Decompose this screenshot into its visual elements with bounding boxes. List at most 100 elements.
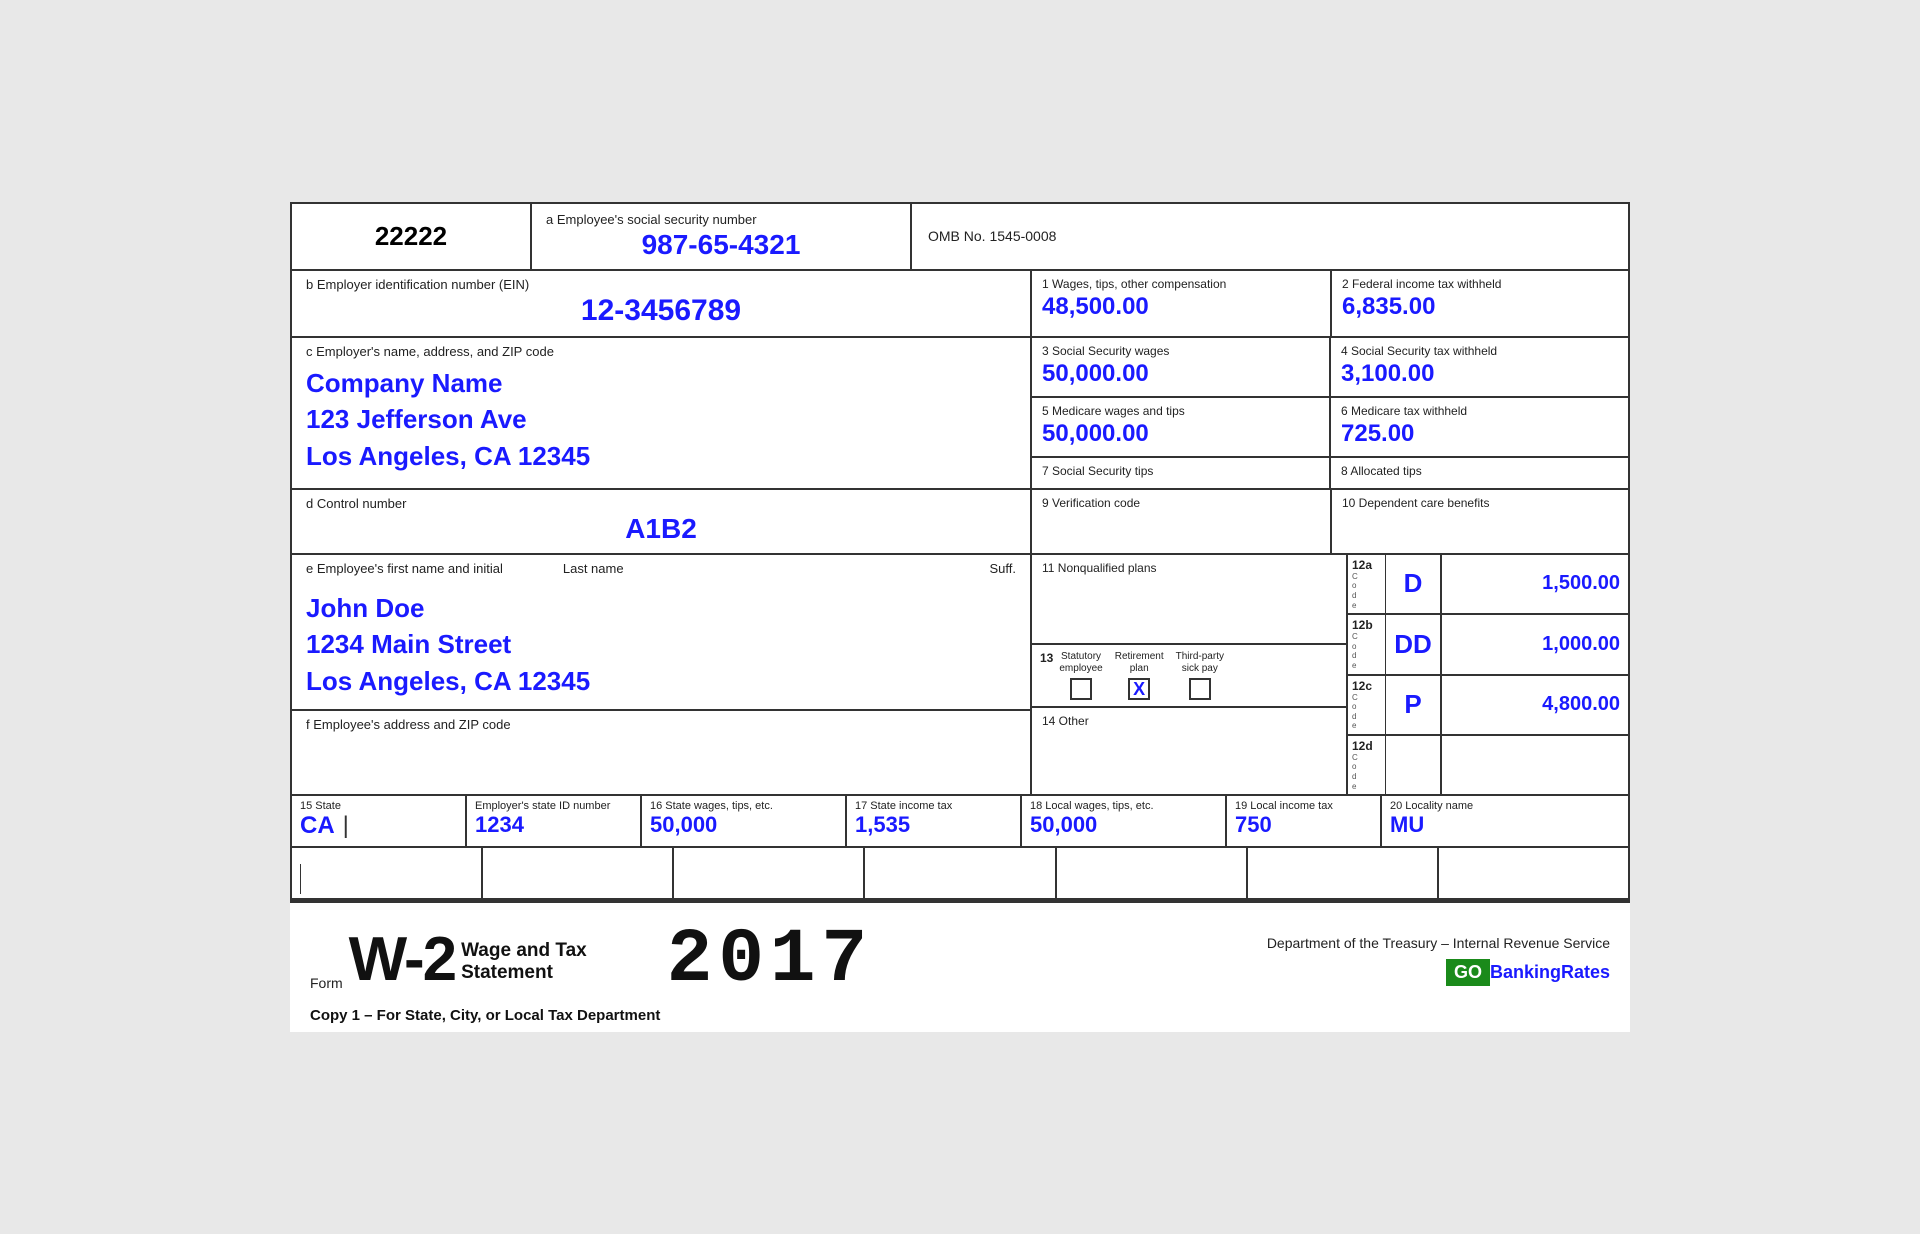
box5-label: 5 Medicare wages and tips	[1042, 404, 1319, 418]
copy-line: Copy 1 – For State, City, or Local Tax D…	[310, 1007, 1610, 1024]
right-fields: 3 Social Security wages 50,000.00 4 Soci…	[1032, 338, 1628, 488]
box9-label: 9 Verification code	[1042, 496, 1320, 510]
retirement-label: Retirementplan	[1115, 651, 1164, 675]
go-text: GO	[1446, 959, 1490, 986]
box2-value: 6,835.00	[1342, 293, 1618, 321]
box16-label: 16 State wages, tips, etc.	[650, 800, 837, 812]
ein-label: b Employer identification number (EIN)	[306, 277, 1016, 292]
box3-cell: 3 Social Security wages 50,000.00	[1032, 338, 1331, 396]
go-banking-rates: GO BankingRates	[1446, 959, 1610, 986]
employee-last-label: Last name	[563, 561, 624, 576]
box12a-label-col: 12a Code	[1348, 555, 1386, 613]
box12a-row: 12a Code D 1,500.00	[1348, 555, 1628, 615]
box7-label: 7 Social Security tips	[1042, 464, 1319, 478]
blank-locality	[1439, 848, 1628, 898]
box1-cell: 1 Wages, tips, other compensation 48,500…	[1032, 271, 1332, 336]
box14-label: 14 Other	[1042, 714, 1336, 728]
box15-stateid-cell: Employer's state ID number 1234	[467, 796, 642, 846]
box12c-label-col: 12c Code	[1348, 676, 1386, 734]
blank-stateid	[483, 848, 674, 898]
box12c-row: 12c Code P 4,800.00	[1348, 676, 1628, 736]
blank-localincome	[1248, 848, 1439, 898]
box12c-code: P	[1386, 676, 1441, 734]
box19-label: 19 Local income tax	[1235, 800, 1372, 812]
blank-state-row	[292, 848, 1628, 898]
employee-address2: Los Angeles, CA 12345	[306, 663, 1016, 699]
box15-state-cell: 15 State CA |	[292, 796, 467, 846]
box12d-row: 12d Code	[1348, 736, 1628, 794]
box13-checkboxes: Statutoryemployee Retirementplan X Third…	[1059, 651, 1338, 700]
statutory-group: Statutoryemployee	[1059, 651, 1102, 700]
box15-stateid: 1234	[475, 812, 632, 838]
box10-cell: 10 Dependent care benefits	[1332, 490, 1628, 553]
employee-address-section: f Employee's address and ZIP code	[292, 709, 1030, 740]
box10-label: 10 Dependent care benefits	[1342, 496, 1618, 510]
box6-cell: 6 Medicare tax withheld 725.00	[1331, 398, 1628, 456]
thirdparty-checkbox	[1189, 678, 1211, 700]
box11-13-14-area: 11 Nonqualified plans 13 Statutoryemploy…	[1032, 555, 1348, 795]
box18-value: 50,000	[1030, 812, 1217, 838]
footer-year: 2017	[667, 917, 873, 1003]
state-row: 15 State CA | Employer's state ID number…	[292, 796, 1628, 848]
box16-cell: 16 State wages, tips, etc. 50,000	[642, 796, 847, 846]
box12b-value: 1,000.00	[1442, 615, 1628, 673]
employer-name-cell: c Employer's name, address, and ZIP code…	[292, 338, 1032, 488]
employee-first-label: e Employee's first name and initial	[306, 561, 503, 576]
footer-title-line1: Wage and Tax	[461, 940, 587, 963]
box12d-value	[1442, 736, 1628, 794]
company-address1: 123 Jefferson Ave	[306, 401, 1016, 437]
box15-state-row: CA |	[300, 812, 457, 840]
omb-cell: OMB No. 1545-0008	[912, 204, 1628, 269]
right-employee-area: 11 Nonqualified plans 13 Statutoryemploy…	[1032, 555, 1628, 795]
box4-label: 4 Social Security tax withheld	[1341, 344, 1618, 358]
box16-value: 50,000	[650, 812, 837, 838]
box20-cell: 20 Locality name MU	[1382, 796, 1628, 846]
footer-title-block: Wage and Tax Statement	[461, 940, 587, 986]
box11-area: 11 Nonqualified plans	[1032, 555, 1346, 645]
box12b-id: 12b	[1352, 618, 1381, 632]
control-value: A1B2	[306, 513, 1016, 545]
box12c-id: 12c	[1352, 679, 1381, 693]
footer-w2: W-2	[349, 929, 455, 991]
box6-value: 725.00	[1341, 420, 1618, 448]
company-address2: Los Angeles, CA 12345	[306, 438, 1016, 474]
box5-cell: 5 Medicare wages and tips 50,000.00	[1032, 398, 1331, 456]
box15-stateid-label: Employer's state ID number	[475, 800, 632, 812]
retirement-group: Retirementplan X	[1115, 651, 1164, 700]
footer-left: Form W-2 Wage and Tax Statement	[310, 929, 587, 991]
box15-label: 15 State	[300, 800, 457, 812]
employee-name-header: e Employee's first name and initial Last…	[292, 555, 1030, 580]
box2-label: 2 Federal income tax withheld	[1342, 277, 1618, 291]
box20-label: 20 Locality name	[1390, 800, 1620, 812]
box7-cell: 7 Social Security tips	[1032, 458, 1331, 488]
box13-num: 13	[1040, 651, 1053, 665]
box12a-value: 1,500.00	[1442, 555, 1628, 613]
suff-label: Suff.	[989, 561, 1016, 576]
footer-title-line2: Statement	[461, 962, 587, 985]
employee-name-block: John Doe 1234 Main Street Los Angeles, C…	[292, 580, 1030, 709]
box2-cell: 2 Federal income tax withheld 6,835.00	[1332, 271, 1628, 336]
box12d-code	[1386, 736, 1441, 794]
control-label: d Control number	[306, 496, 1016, 511]
box12-section: 12a Code D 1,500.00 12b Code DD	[1348, 555, 1628, 795]
box12b-row: 12b Code DD 1,000.00	[1348, 615, 1628, 675]
box4-value: 3,100.00	[1341, 360, 1618, 388]
statutory-label: Statutoryemployee	[1059, 651, 1102, 675]
employee-name: John Doe	[306, 590, 1016, 626]
ssn-value: 987-65-4321	[546, 229, 896, 261]
box12b-label-col: 12b Code	[1348, 615, 1386, 673]
blank-stateincome	[865, 848, 1056, 898]
company-name: Company Name	[306, 365, 1016, 401]
box5-value: 50,000.00	[1042, 420, 1319, 448]
box12b-code: DD	[1386, 615, 1441, 673]
box18-cell: 18 Local wages, tips, etc. 50,000	[1022, 796, 1227, 846]
box20-value: MU	[1390, 812, 1620, 838]
footer-main-row: Form W-2 Wage and Tax Statement 2017 Dep…	[310, 917, 1610, 1003]
box15-state: CA	[300, 812, 335, 840]
employee-address1: 1234 Main Street	[306, 626, 1016, 662]
box1-label: 1 Wages, tips, other compensation	[1042, 277, 1320, 291]
box12d-id: 12d	[1352, 739, 1381, 753]
box3-label: 3 Social Security wages	[1042, 344, 1319, 358]
footer: Form W-2 Wage and Tax Statement 2017 Dep…	[290, 900, 1630, 1032]
box-number: 22222	[292, 204, 532, 269]
